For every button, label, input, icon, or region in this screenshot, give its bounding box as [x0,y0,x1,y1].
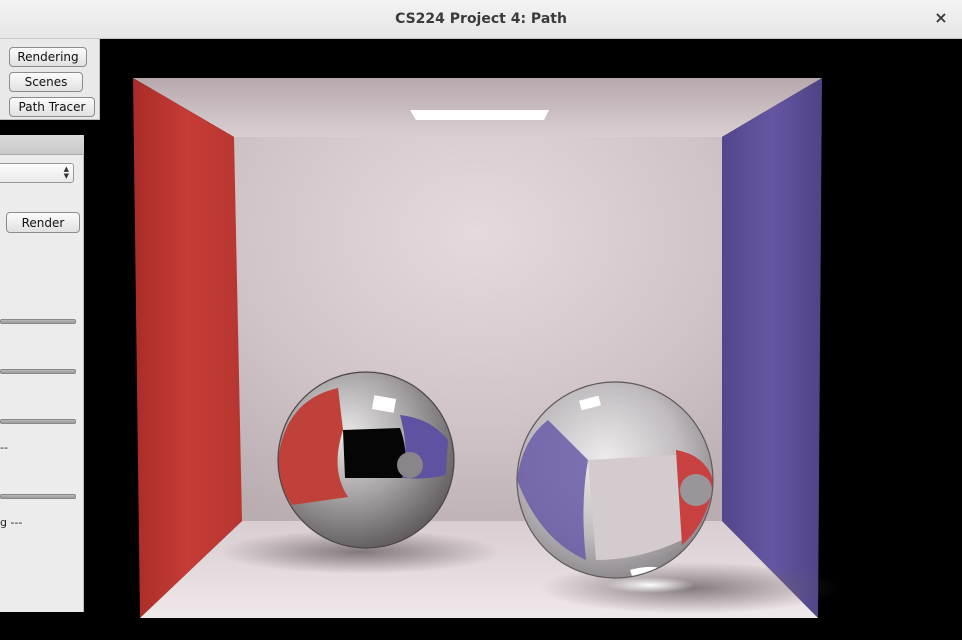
slider-3[interactable] [0,419,76,424]
status-text-2: g --- [0,516,23,529]
glass-sphere [517,382,713,578]
path-tracer-panel: ▲ ▼ Render -- g --- [0,135,84,612]
slider-4[interactable] [0,494,76,499]
tab-rendering[interactable]: Rendering [9,47,87,67]
tab-scenes[interactable]: Scenes [9,72,83,92]
slider-1[interactable] [0,319,76,324]
tab-path-tracer[interactable]: Path Tracer [9,97,95,117]
slider-2[interactable] [0,369,76,374]
panel-header[interactable] [0,135,84,155]
up-down-arrows-icon: ▲ ▼ [63,165,69,180]
status-text-1: -- [0,441,8,454]
mirror-sphere [278,372,454,548]
window-titlebar: CS224 Project 4: Path × [0,0,962,39]
close-icon[interactable]: × [932,9,950,27]
ceiling-light [410,110,549,120]
render-viewport[interactable] [0,39,962,640]
scene-dropdown[interactable]: ▲ ▼ [0,163,74,183]
tab-panel: Rendering Scenes Path Tracer [0,39,100,120]
window-title: CS224 Project 4: Path [395,11,567,27]
ceiling [133,78,822,137]
render-button[interactable]: Render [6,212,80,233]
cornell-box-render [133,78,840,618]
